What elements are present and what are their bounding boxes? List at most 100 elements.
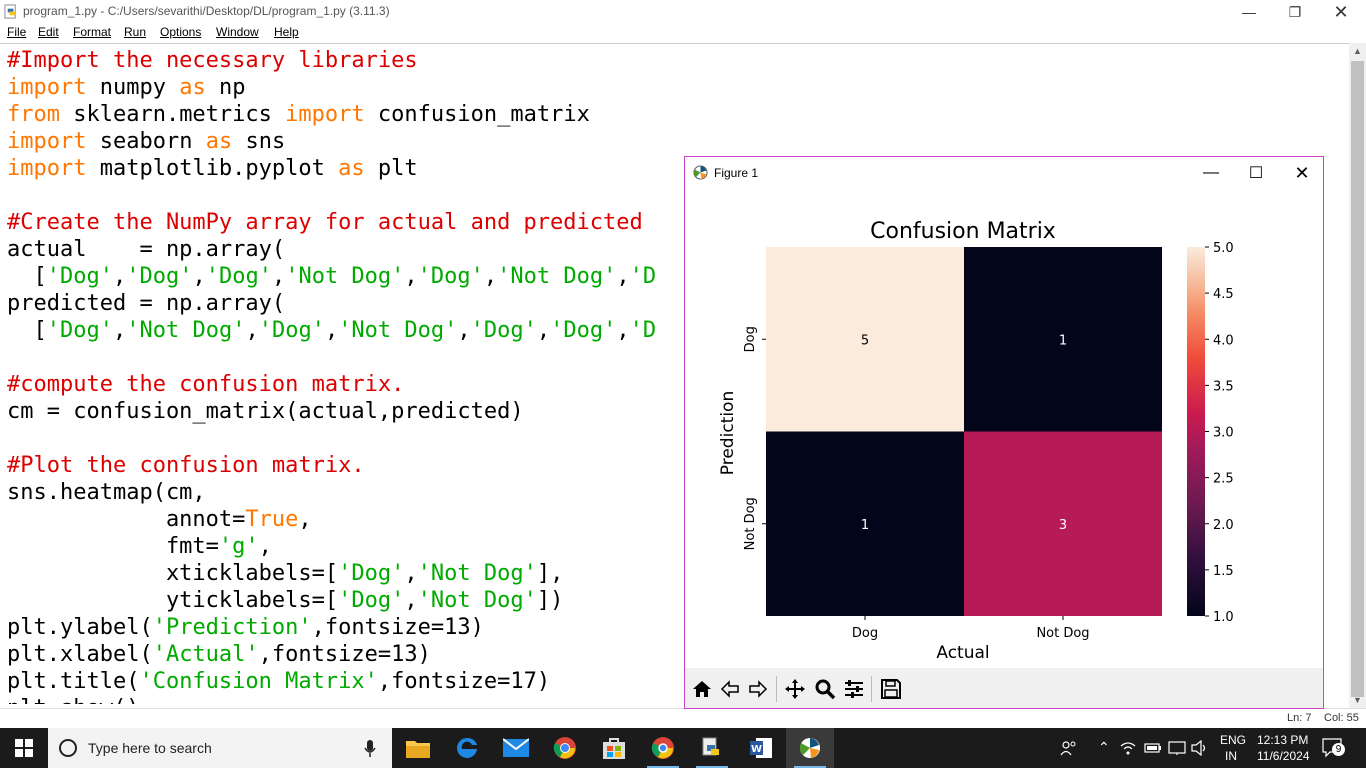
edge-button[interactable] [443, 728, 491, 768]
matplotlib-icon [799, 738, 820, 758]
menu-file[interactable]: File [7, 25, 26, 39]
chrome-button[interactable] [541, 728, 589, 768]
chevron-up-icon[interactable]: ⌃ [1098, 739, 1110, 756]
close-button[interactable]: ✕ [1318, 0, 1364, 24]
notification-center-button[interactable]: 9 [1322, 738, 1346, 758]
home-icon[interactable] [691, 678, 713, 700]
battery-icon[interactable] [1144, 742, 1162, 754]
code-line[interactable]: predicted = np.array( [7, 290, 656, 317]
back-icon[interactable] [719, 678, 741, 700]
figure-minimize-button[interactable]: — [1189, 161, 1233, 185]
restore-button[interactable]: ❐ [1272, 0, 1318, 24]
language-code[interactable]: ENG [1220, 733, 1246, 747]
menu-format[interactable]: Format [73, 25, 111, 39]
menu-window[interactable]: Window [216, 25, 259, 39]
menu-run[interactable]: Run [124, 25, 146, 39]
mail-button[interactable] [492, 728, 540, 768]
code-line[interactable] [7, 344, 656, 371]
code-line[interactable]: #compute the confusion matrix. [7, 371, 656, 398]
code-token: import [7, 156, 87, 181]
configure-subplots-icon[interactable] [843, 678, 865, 700]
store-button[interactable] [590, 728, 638, 768]
code-token: matplotlib.pyplot [86, 156, 339, 181]
code-token: as [338, 156, 365, 181]
people-icon[interactable] [1060, 739, 1078, 757]
code-line[interactable]: import matplotlib.pyplot as plt [7, 155, 656, 182]
figure-maximize-button[interactable]: ☐ [1234, 161, 1278, 185]
code-token: sns [232, 129, 286, 154]
code-line[interactable]: #Create the NumPy array for actual and p… [7, 209, 656, 236]
start-button[interactable] [0, 728, 48, 768]
word-button[interactable]: W [737, 728, 785, 768]
code-token: predicted = np.array( [7, 291, 286, 316]
figure-close-button[interactable]: ✕ [1280, 161, 1324, 185]
forward-icon[interactable] [747, 678, 769, 700]
python-button[interactable] [688, 728, 736, 768]
code-line[interactable]: annot=True, [7, 506, 656, 533]
code-line[interactable]: sns.heatmap(cm, [7, 479, 656, 506]
code-line[interactable]: import seaborn as sns [7, 128, 656, 155]
code-token: 'Dog' [205, 264, 272, 289]
code-token: annot= [7, 507, 246, 532]
menu-help[interactable]: Help [274, 25, 299, 39]
zoom-icon[interactable] [814, 678, 836, 700]
code-token: , [616, 264, 630, 289]
wifi-icon[interactable] [1120, 740, 1136, 756]
code-token: 'Dog' [46, 264, 113, 289]
code-line[interactable]: plt.xlabel('Actual',fontsize=13) [7, 641, 656, 668]
code-line[interactable]: import numpy as np [7, 74, 656, 101]
code-text[interactable]: #Import the necessary libraries import nu… [7, 47, 656, 704]
code-line[interactable]: from sklearn.metrics import confusion_ma… [7, 101, 656, 128]
taskbar: Type here to search W ⌃ ENG IN 12:13 PM … [0, 728, 1366, 768]
microphone-icon[interactable] [364, 740, 376, 758]
clock-time[interactable]: 12:13 PM [1257, 733, 1308, 747]
file-explorer-button[interactable] [394, 728, 442, 768]
code-line[interactable] [7, 425, 656, 452]
code-line[interactable]: fmt='g', [7, 533, 656, 560]
scrollbar-thumb[interactable] [1351, 61, 1364, 697]
code-token: seaborn [86, 129, 206, 154]
clock-date[interactable]: 11/6/2024 [1257, 749, 1310, 763]
volume-icon[interactable] [1191, 740, 1209, 756]
minimize-button[interactable]: — [1226, 0, 1272, 24]
code-line[interactable]: cm = confusion_matrix(actual,predicted) [7, 398, 656, 425]
scroll-up-icon[interactable]: ▲ [1349, 43, 1366, 59]
code-token: 'Confusion Matrix' [139, 669, 378, 694]
chrome-profile-button[interactable] [639, 728, 687, 768]
code-line[interactable]: #Import the necessary libraries [7, 47, 656, 74]
svg-text:W: W [751, 744, 762, 755]
code-line[interactable]: #Plot the confusion matrix. [7, 452, 656, 479]
network-icon[interactable] [1168, 740, 1186, 756]
code-token: , [192, 264, 206, 289]
pan-icon[interactable] [784, 678, 806, 700]
minimize-icon: — [1242, 4, 1256, 20]
code-token: plt [364, 156, 418, 181]
save-icon[interactable] [880, 678, 902, 700]
code-line[interactable]: yticklabels=['Dog','Not Dog']) [7, 587, 656, 614]
code-token: 'D [629, 318, 657, 343]
language-region[interactable]: IN [1225, 749, 1237, 763]
menu-edit[interactable]: Edit [38, 25, 59, 39]
code-token: 'Not Dog' [417, 561, 537, 586]
vertical-scrollbar[interactable]: ▲ ▼ [1349, 43, 1366, 708]
code-token: plt.show() [7, 696, 139, 704]
code-line[interactable]: actual = np.array( [7, 236, 656, 263]
code-line[interactable]: plt.title('Confusion Matrix',fontsize=17… [7, 668, 656, 695]
taskbar-search-box[interactable]: Type here to search [48, 728, 392, 768]
chrome-icon [651, 737, 674, 759]
code-line[interactable]: plt.ylabel('Prediction',fontsize=13) [7, 614, 656, 641]
figure-title: Figure 1 [714, 166, 759, 180]
matplotlib-taskbar-button[interactable] [786, 728, 834, 768]
chart-canvas: Confusion Matrix 5 1 1 3 Dog Not Dog Dog Not … [718, 219, 1234, 663]
scroll-down-icon[interactable]: ▼ [1349, 692, 1366, 708]
code-line[interactable] [7, 182, 656, 209]
code-line[interactable]: xticklabels=['Dog','Not Dog'], [7, 560, 656, 587]
code-token: 'g' [218, 534, 259, 559]
code-line[interactable]: ['Dog','Dog','Dog','Not Dog','Dog','Not … [7, 263, 656, 290]
code-token: , [536, 318, 551, 343]
cell-annotation: 1 [861, 518, 869, 533]
code-line[interactable]: ['Dog','Not Dog','Dog','Not Dog','Dog','… [7, 317, 656, 344]
code-line[interactable]: plt.show() [7, 695, 656, 704]
colorbar-tick-label: 3.5 [1213, 379, 1234, 394]
menu-options[interactable]: Options [160, 25, 201, 39]
